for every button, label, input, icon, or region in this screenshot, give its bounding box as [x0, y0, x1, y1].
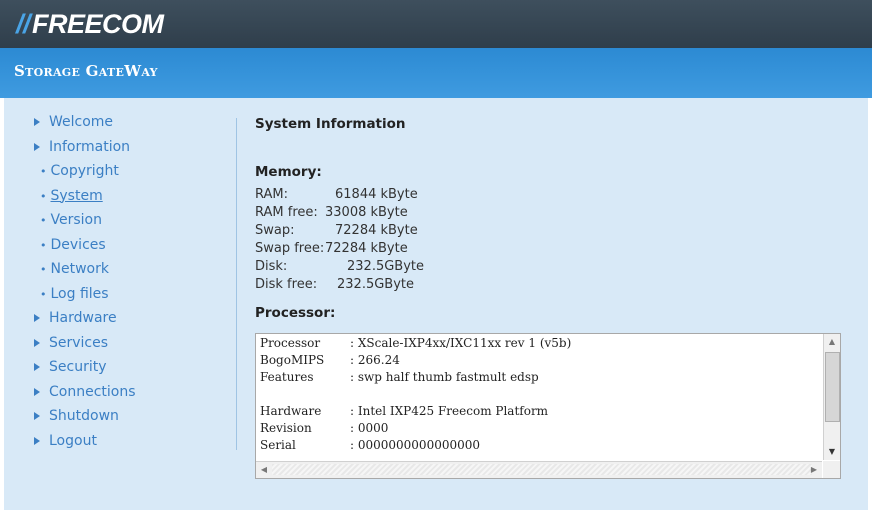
scroll-down-icon[interactable]: ▼	[825, 445, 839, 459]
horizontal-scrollbar[interactable]: ◀ ▶	[256, 461, 822, 478]
arrow-right-icon	[34, 142, 40, 151]
nav-version[interactable]: • Version	[34, 212, 230, 237]
nav-welcome[interactable]: Welcome	[34, 114, 230, 139]
memory-row: Disk: 232.5GByte	[255, 258, 424, 274]
arrow-right-icon	[34, 387, 40, 396]
horizontal-scroll-thumb[interactable]	[272, 464, 812, 475]
nav-log-files[interactable]: • Log files	[34, 286, 230, 311]
arrow-right-icon	[34, 363, 40, 371]
nav-services[interactable]: Services	[34, 335, 230, 360]
scrollbar-corner	[823, 461, 840, 478]
sidebar-nav: Welcome Information • Copyright • System •…	[34, 114, 230, 457]
memory-row: Swap free: 72284 kByte	[255, 240, 408, 256]
freecom-logo: //FREECOM	[16, 9, 164, 39]
arrow-right-icon	[34, 436, 40, 445]
arrow-right-icon	[34, 314, 40, 322]
processor-line: Processor: XScale-IXP4xx/IXC11xx rev 1 (…	[260, 336, 572, 350]
nav-security[interactable]: Security	[34, 359, 230, 384]
scroll-left-icon[interactable]: ◀	[257, 463, 271, 477]
processor-line: BogoMIPS: 266.24	[260, 353, 400, 367]
arrow-right-icon	[34, 412, 40, 420]
memory-table: RAM: 61844 kByte RAM free: 33008 kByte Swa…	[255, 185, 457, 293]
nav-devices[interactable]: • Devices	[34, 237, 230, 262]
nav-information[interactable]: Information	[34, 139, 230, 164]
processor-text[interactable]: Processor: XScale-IXP4xx/IXC11xx rev 1 (…	[260, 336, 818, 456]
arrow-right-icon	[34, 338, 40, 347]
scroll-right-icon[interactable]: ▶	[807, 463, 821, 477]
memory-row: Disk free: 232.5GByte	[255, 276, 414, 292]
memory-row: RAM free: 33008 kByte	[255, 204, 408, 220]
nav-network[interactable]: • Network	[34, 261, 230, 286]
vertical-scroll-thumb[interactable]	[825, 352, 840, 422]
nav-divider	[236, 118, 237, 450]
nav-connections[interactable]: Connections	[34, 384, 230, 409]
processor-line: Serial: 0000000000000000	[260, 438, 481, 452]
processor-heading: Processor:	[255, 305, 336, 321]
memory-row: RAM: 61844 kByte	[255, 186, 418, 202]
scroll-up-icon[interactable]: ▲	[825, 335, 839, 349]
processor-line: Hardware: Intel IXP425 Freecom Platform	[260, 404, 549, 418]
memory-heading: Memory:	[255, 164, 322, 180]
processor-line: Features: swp half thumb fastmult edsp	[260, 370, 539, 384]
product-bar: Storage GateWay	[0, 48, 872, 98]
nav-copyright[interactable]: • Copyright	[34, 163, 230, 188]
memory-row: Swap: 72284 kByte	[255, 222, 418, 238]
product-title: Storage GateWay	[14, 62, 158, 80]
content-area: Welcome Information • Copyright • System •…	[4, 98, 868, 510]
nav-logout[interactable]: Logout	[34, 433, 230, 458]
top-bar: //FREECOM	[0, 0, 872, 48]
nav-hardware[interactable]: Hardware	[34, 310, 230, 335]
arrow-right-icon	[34, 118, 40, 126]
vertical-scrollbar[interactable]: ▲ ▼	[823, 334, 840, 460]
nav-shutdown[interactable]: Shutdown	[34, 408, 230, 433]
nav-system[interactable]: • System	[34, 188, 230, 213]
page-title: System Information	[255, 116, 406, 132]
processor-textarea[interactable]: Processor: XScale-IXP4xx/IXC11xx rev 1 (…	[255, 333, 841, 479]
processor-line: Revision: 0000	[260, 421, 389, 435]
processor-line	[260, 387, 818, 404]
main-panel: System Information Memory: RAM: 61844 kBy…	[255, 116, 841, 479]
